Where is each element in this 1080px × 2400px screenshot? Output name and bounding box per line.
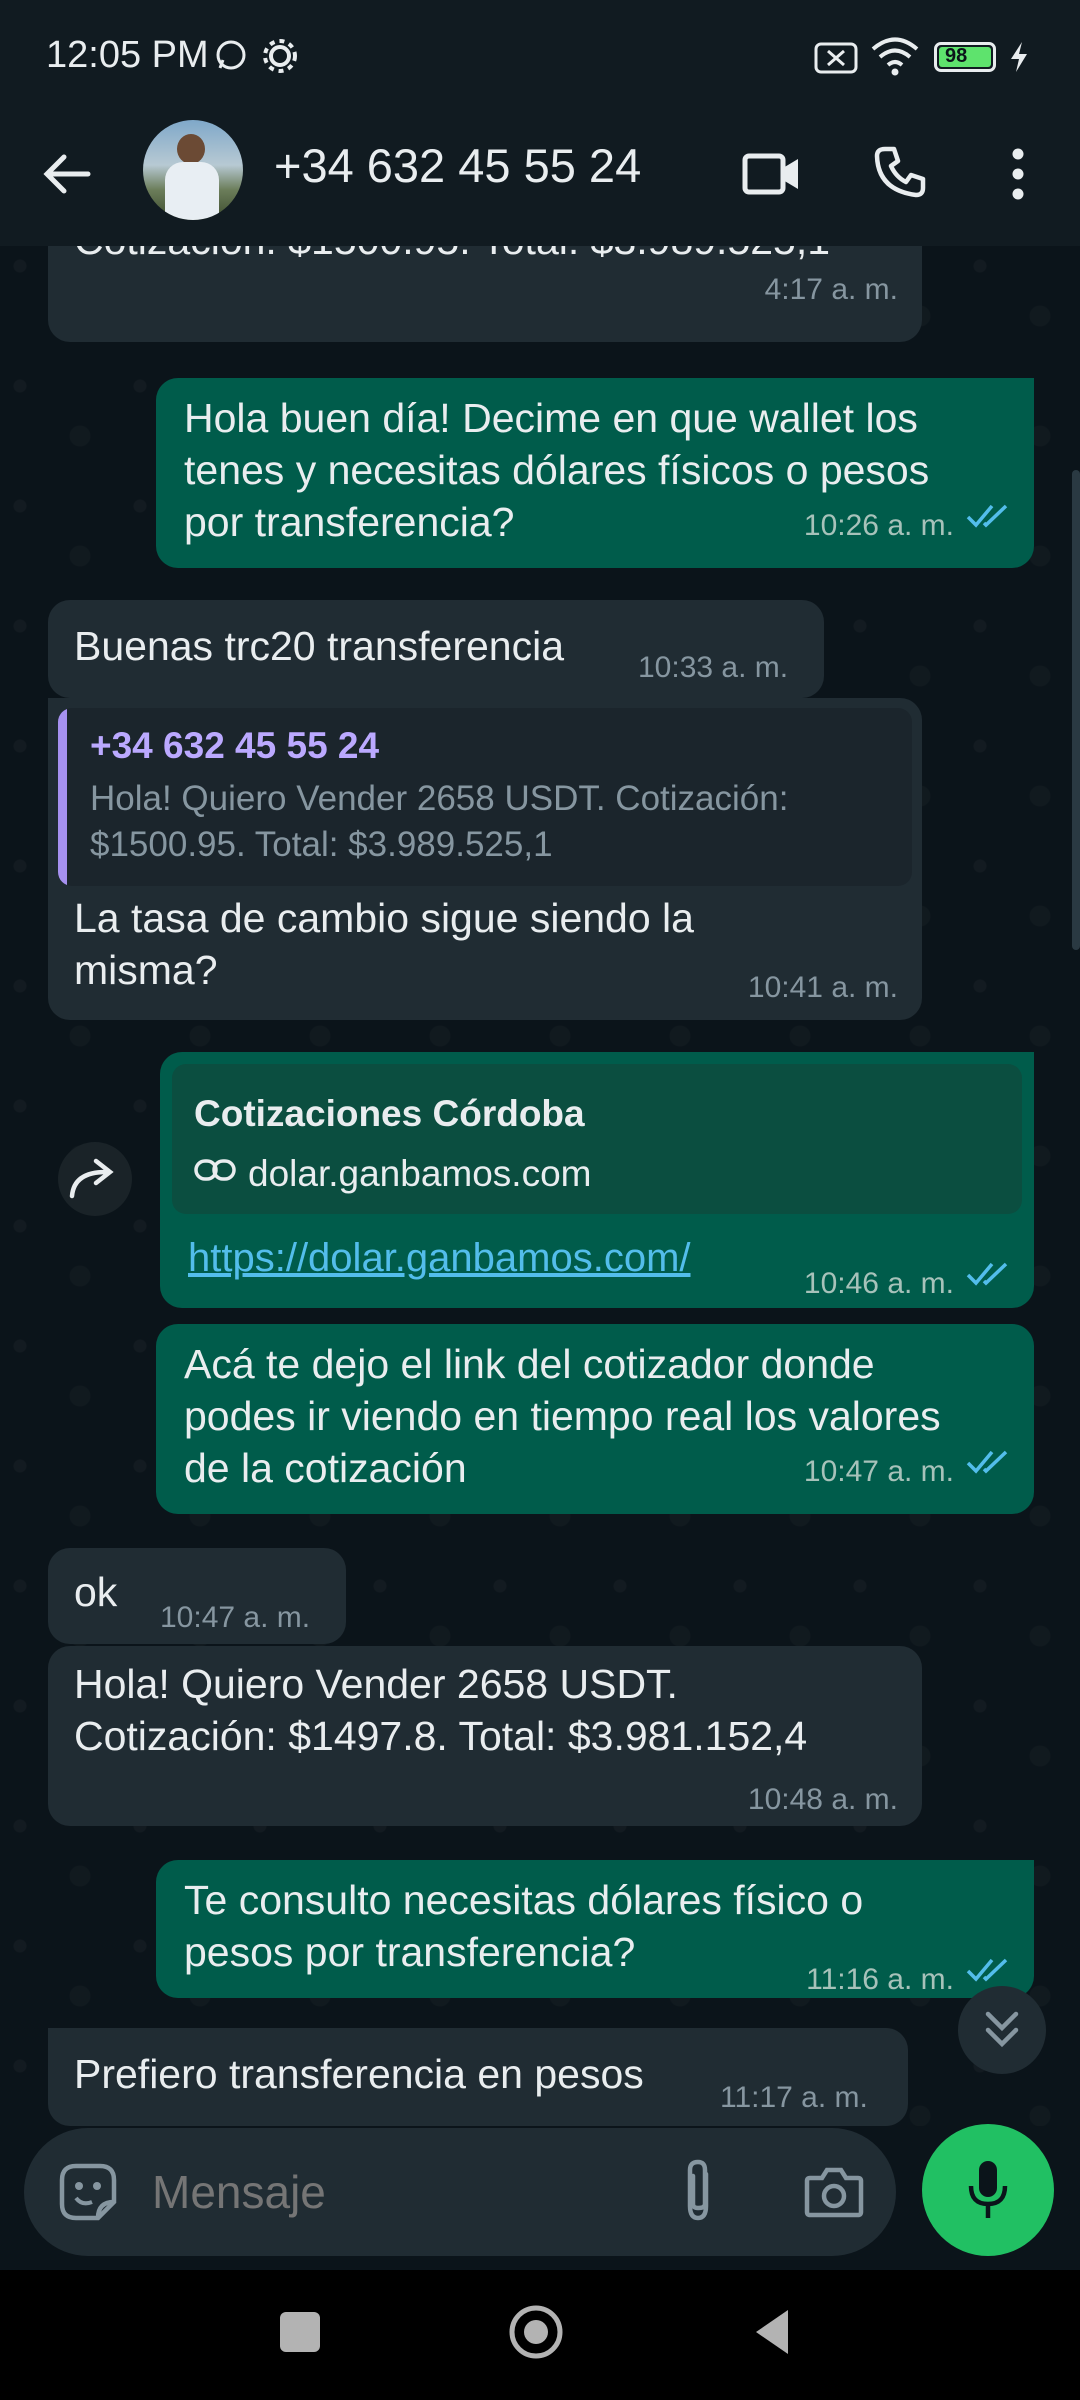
sticker-emoji-icon[interactable] (58, 2162, 118, 2222)
contact-name[interactable]: +34 632 45 55 24 (274, 138, 641, 193)
message-text: La tasa de cambio sigue siendo la misma? (74, 895, 694, 993)
message-text: ok (74, 1569, 118, 1615)
attach-paperclip-icon[interactable] (678, 2158, 718, 2224)
battery-icon: 98 (934, 42, 996, 72)
message-text: Buenas trc20 transferencia (74, 623, 564, 669)
message-time: 10:33 a. m. (638, 651, 789, 684)
double-chevron-down-icon (985, 2011, 1019, 2048)
status-bar: 12:05 PM 98 (0, 0, 1080, 110)
system-navigation-bar (0, 2270, 1080, 2400)
microphone-icon (968, 2161, 1008, 2218)
link-icon (194, 1159, 236, 1181)
more-options-icon[interactable] (1004, 144, 1032, 204)
forward-arrow-icon (69, 1158, 114, 1199)
message-text: Hola! Quiero Vender 2658 USDT. Cotizació… (74, 1661, 808, 1759)
scrollbar[interactable] (1072, 470, 1080, 950)
message-time: 10:47 a. m. (803, 1455, 954, 1488)
message-time: 11:16 a. m. (806, 1963, 954, 1996)
message-link[interactable]: https://dolar.ganbamos.com/ (188, 1232, 691, 1284)
read-receipt-icon (966, 1262, 1008, 1286)
message-incoming[interactable]: ok 10:47 a. m. (48, 1548, 346, 1644)
forward-button[interactable] (58, 1142, 132, 1216)
message-time: 10:47 a. m. (160, 1601, 311, 1634)
quoted-message[interactable]: +34 632 45 55 24 Hola! Quiero Vender 265… (58, 708, 912, 886)
voice-record-button[interactable] (922, 2124, 1054, 2256)
message-time: 10:46 a. m. (803, 1267, 954, 1300)
chat-header: +34 632 45 55 24 (0, 110, 1080, 246)
quoted-author: +34 632 45 55 24 (90, 725, 380, 766)
message-outgoing[interactable]: Te consulto necesitas dólares físico o p… (156, 1860, 1034, 1998)
battery-level: 98 (945, 45, 968, 67)
status-time: 12:05 PM (46, 34, 209, 76)
message-incoming[interactable]: Buenas trc20 transferencia 10:33 a. m. (48, 600, 824, 698)
chat-messages[interactable]: Cotización: $1500.95. Total: $3.989.525,… (0, 246, 1080, 2126)
message-incoming[interactable]: Hola! Quiero Vender 2658 USDT. Cotizació… (48, 1646, 922, 1826)
voice-call-icon[interactable] (872, 144, 928, 200)
wifi-icon (871, 37, 919, 76)
charging-bolt-icon (1011, 42, 1027, 72)
home-circle-icon[interactable] (508, 2304, 564, 2360)
message-time: 10:26 a. m. (803, 509, 954, 542)
recents-square-icon[interactable] (280, 2312, 320, 2352)
link-preview-title: Cotizaciones Córdoba (194, 1093, 585, 1134)
read-receipt-icon (966, 504, 1008, 528)
message-composer (24, 2128, 896, 2256)
scroll-to-bottom-button[interactable] (958, 1986, 1046, 2074)
message-time: 4:17 a. m. (764, 273, 898, 306)
back-arrow-icon[interactable] (40, 148, 92, 200)
message-time: 10:41 a. m. (747, 971, 898, 1004)
message-outgoing[interactable]: Hola buen día! Decime en que wallet los … (156, 378, 1034, 568)
link-preview-card[interactable]: Cotizaciones Córdoba dolar.ganbamos.com (172, 1064, 1022, 1214)
quoted-text: Hola! Quiero Vender 2658 USDT. Cotizació… (90, 779, 789, 864)
read-receipt-icon (966, 1450, 1008, 1474)
message-time: 10:48 a. m. (747, 1783, 898, 1816)
message-incoming[interactable]: Cotización: $1500.95. Total: $3.989.525,… (48, 246, 922, 342)
message-outgoing-link[interactable]: Cotizaciones Córdoba dolar.ganbamos.com … (160, 1052, 1034, 1308)
read-receipt-icon (966, 1958, 1008, 1982)
message-incoming[interactable]: Prefiero transferencia en pesos 11:17 a.… (48, 2028, 908, 2126)
settings-gear-icon (263, 39, 297, 73)
message-outgoing[interactable]: Acá te dejo el link del cotizador donde … (156, 1324, 1034, 1514)
link-preview-domain: dolar.ganbamos.com (248, 1153, 592, 1194)
whatsapp-notification-icon (216, 40, 246, 70)
contact-avatar[interactable] (143, 120, 243, 220)
message-incoming-reply[interactable]: +34 632 45 55 24 Hola! Quiero Vender 265… (48, 698, 922, 1020)
message-time: 11:17 a. m. (720, 2081, 868, 2114)
message-text: Cotización: $1500.95. Total: $3.989.525,… (74, 246, 830, 266)
message-input[interactable] (150, 2156, 680, 2228)
message-text: Prefiero transferencia en pesos (74, 2051, 644, 2097)
no-sim-icon (814, 42, 858, 74)
message-text: Te consulto necesitas dólares físico o p… (184, 1877, 864, 1975)
back-triangle-icon[interactable] (752, 2308, 792, 2356)
video-call-icon[interactable] (742, 146, 802, 202)
camera-icon[interactable] (804, 2166, 864, 2218)
